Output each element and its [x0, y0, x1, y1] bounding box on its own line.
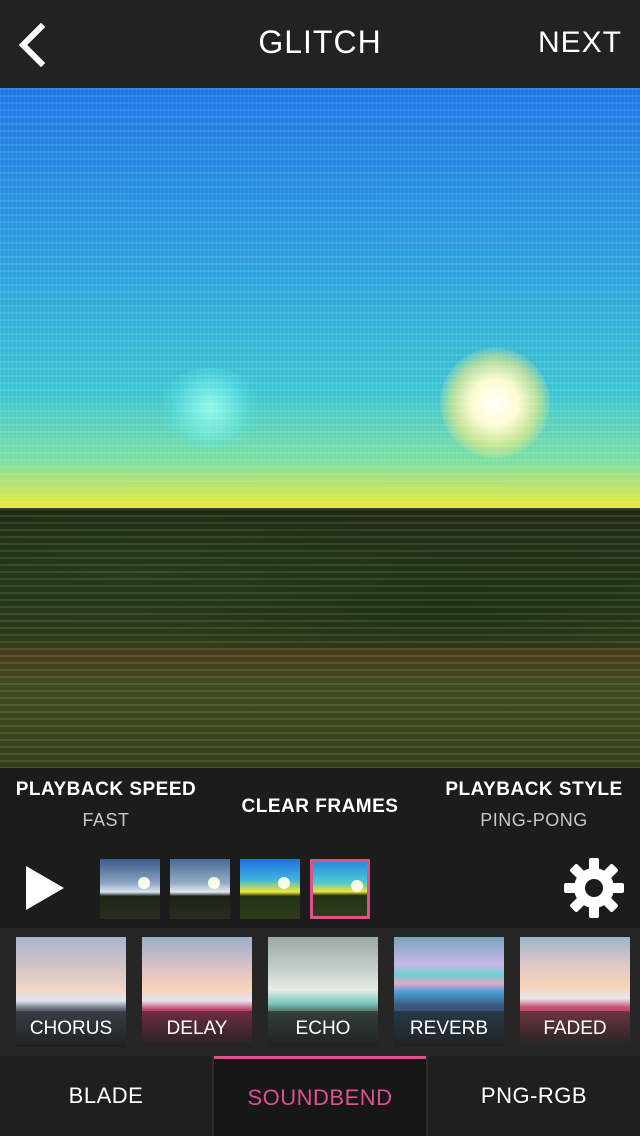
settings-button[interactable] [562, 856, 626, 920]
playback-controls: PLAYBACK SPEED FAST CLEAR FRAMES PLAYBAC… [0, 768, 640, 846]
frame-thumbnail-2[interactable] [170, 859, 230, 919]
gear-icon [564, 858, 624, 918]
glitch-preview-image [0, 88, 640, 768]
filter-chorus[interactable]: CHORUS [16, 937, 126, 1047]
tab-blade[interactable]: BLADE [0, 1056, 212, 1136]
filter-label: CHORUS [16, 1011, 126, 1047]
frames-row [0, 846, 640, 928]
filter-strip: CHORUS DELAY ECHO REVERB FADED [0, 928, 640, 1056]
frame-thumbnail-4-selected[interactable] [310, 859, 370, 919]
filter-label: ECHO [268, 1011, 378, 1047]
top-bar: GLITCH NEXT [0, 0, 640, 88]
filter-label: REVERB [394, 1011, 504, 1047]
playback-style-value: PING-PONG [480, 810, 588, 830]
filter-reverb[interactable]: REVERB [394, 937, 504, 1047]
frame-sun [138, 877, 150, 889]
effect-tab-bar: BLADE SOUNDBEND PNG-RGB [0, 1056, 640, 1136]
playback-speed-value: FAST [82, 810, 130, 830]
frame-sun [208, 877, 220, 889]
filter-label: FADED [520, 1011, 630, 1047]
tab-soundbend[interactable]: SOUNDBEND [214, 1056, 426, 1136]
frame-sun [351, 880, 363, 892]
tab-png-rgb[interactable]: PNG-RGB [428, 1056, 640, 1136]
clear-frames-label: CLEAR FRAMES [241, 796, 399, 817]
filter-echo[interactable]: ECHO [268, 937, 378, 1047]
filter-label: DELAY [142, 1011, 252, 1047]
filter-delay[interactable]: DELAY [142, 937, 252, 1047]
playback-style-label: PLAYBACK STYLE [445, 779, 623, 800]
frame-sun [278, 877, 290, 889]
glitch-scanlines [0, 88, 640, 768]
next-button[interactable]: NEXT [538, 26, 622, 60]
playback-speed-label: PLAYBACK SPEED [15, 779, 197, 800]
filter-faded[interactable]: FADED [520, 937, 630, 1047]
playback-style-button[interactable]: PLAYBACK STYLE PING-PONG [428, 768, 640, 846]
play-icon [26, 866, 64, 910]
clear-frames-button[interactable]: CLEAR FRAMES [214, 768, 426, 846]
frame-thumbnail-1[interactable] [100, 859, 160, 919]
playback-speed-button[interactable]: PLAYBACK SPEED FAST [0, 768, 212, 846]
frame-thumbnail-3[interactable] [240, 859, 300, 919]
play-button[interactable] [20, 864, 68, 912]
